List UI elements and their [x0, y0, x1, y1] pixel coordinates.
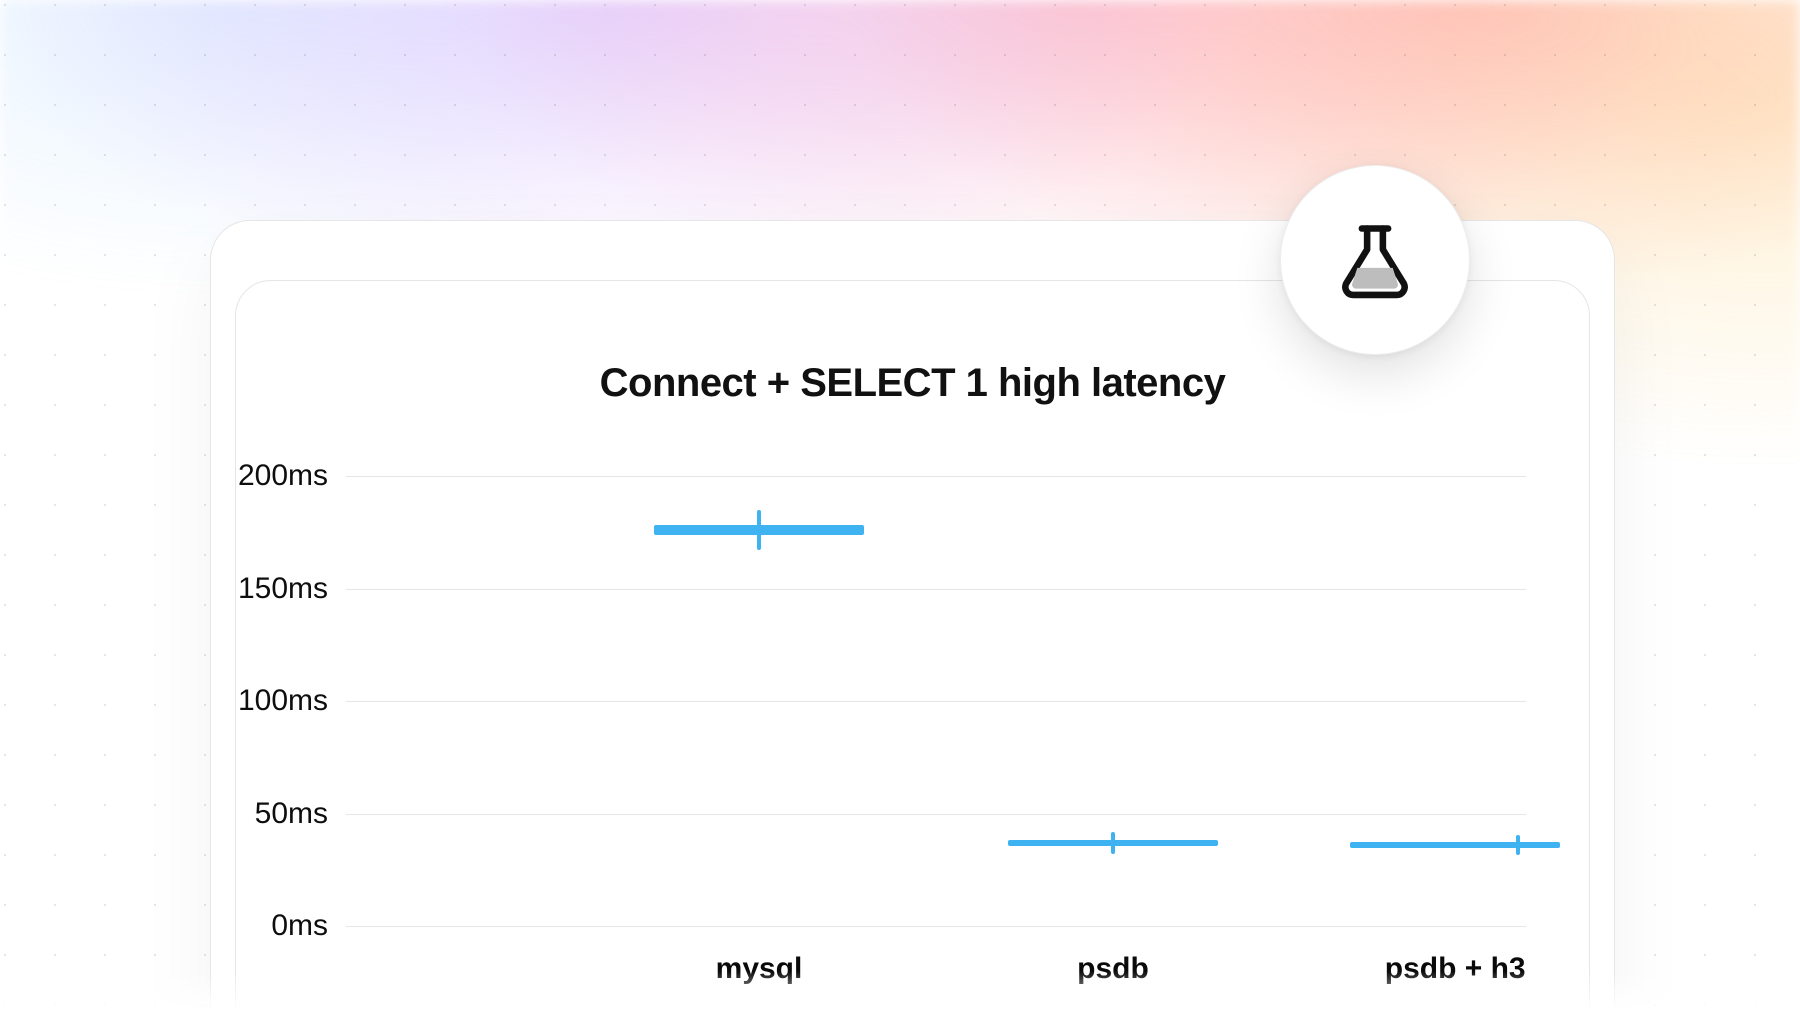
chart-series-bar	[1008, 840, 1218, 846]
flask-icon	[1333, 218, 1417, 302]
chart-series-mark	[654, 510, 864, 550]
chart-gridline	[346, 476, 1526, 477]
chart-title: Connect + SELECT 1 high latency	[236, 361, 1589, 406]
chart-x-tick-label: psdb + h3	[1385, 952, 1526, 986]
chart-series-mark	[1350, 835, 1560, 855]
chart-y-tick-label: 150ms	[238, 572, 328, 606]
chart-gridline	[346, 814, 1526, 815]
chart-series-tick	[757, 510, 761, 550]
chart-series-tick	[1111, 832, 1115, 854]
chart-y-tick-label: 0ms	[271, 909, 328, 943]
chart-y-tick-label: 50ms	[255, 797, 328, 831]
chart-gridline	[346, 926, 1526, 927]
chart-series-bar	[1350, 842, 1560, 848]
chart-card: Connect + SELECT 1 high latency 0ms50ms1…	[235, 280, 1590, 1011]
chart-series-tick	[1516, 835, 1520, 855]
chart-series-mark	[1008, 832, 1218, 854]
chart-series-bar	[654, 525, 864, 535]
chart-x-tick-label: psdb	[1077, 952, 1149, 986]
chart-gridline	[346, 589, 1526, 590]
flask-badge	[1280, 165, 1470, 355]
chart-y-tick-label: 200ms	[238, 459, 328, 493]
chart-gridline	[346, 701, 1526, 702]
chart-y-tick-label: 100ms	[238, 684, 328, 718]
chart-plot-area: 0ms50ms100ms150ms200msmysqlpsdbpsdb + h3	[346, 476, 1526, 926]
chart-x-tick-label: mysql	[716, 952, 803, 986]
